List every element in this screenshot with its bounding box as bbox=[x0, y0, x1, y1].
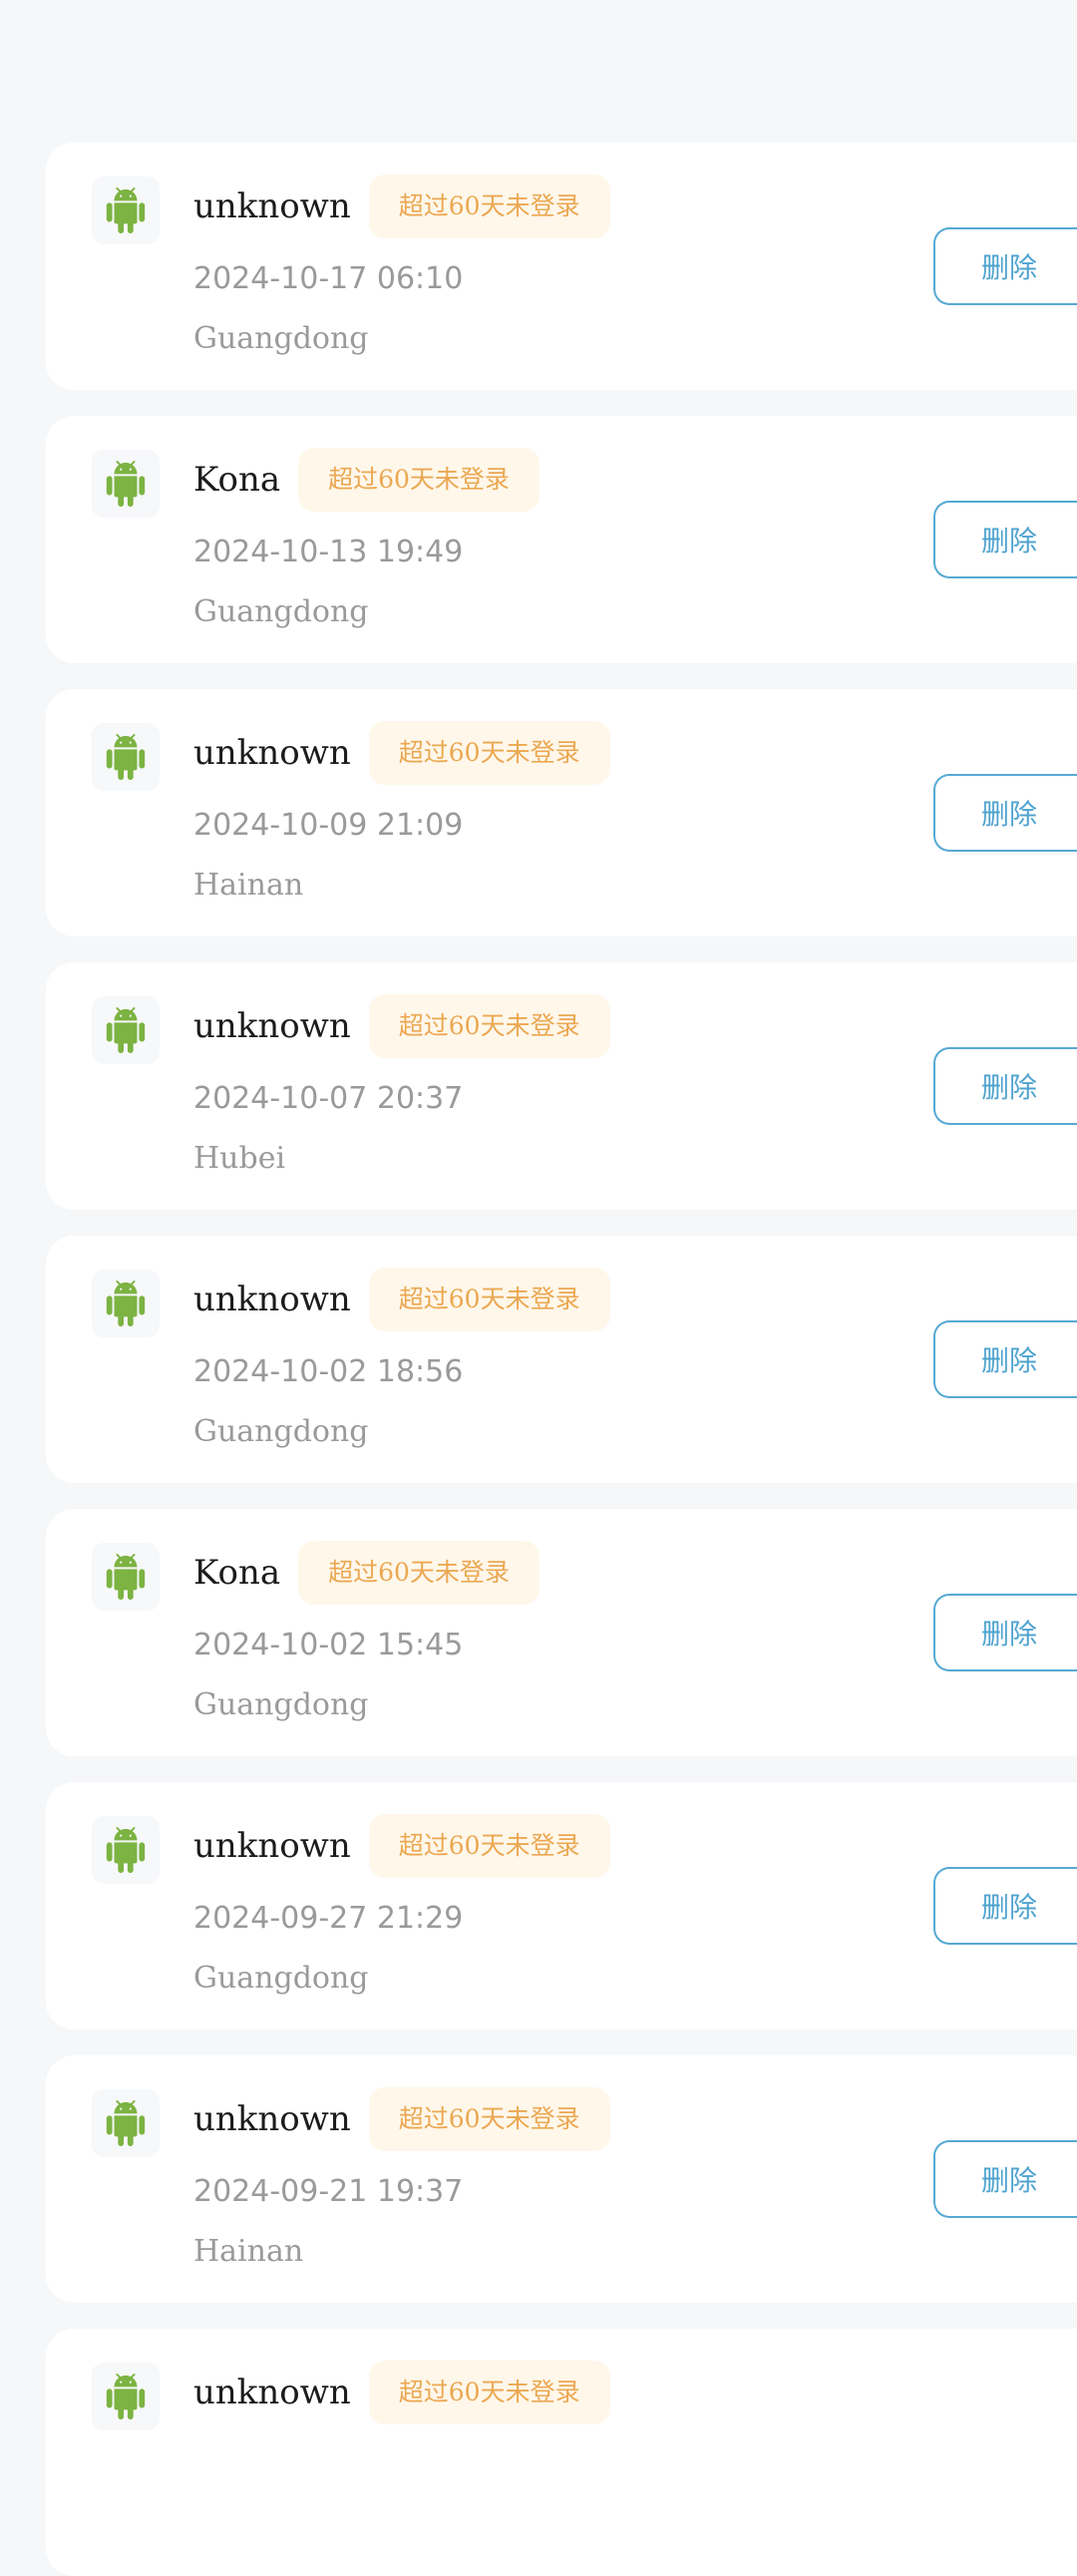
device-name: unknown bbox=[193, 186, 351, 226]
device-card: unknown 超过60天未登录 2024-10-17 06:10 Guangdong… bbox=[46, 143, 1077, 390]
device-name-row: unknown 超过60天未登录 bbox=[193, 2087, 610, 2151]
device-name-row: Kona 超过60天未登录 bbox=[193, 1541, 539, 1605]
inactive-badge: 超过60天未登录 bbox=[368, 2361, 610, 2424]
last-login-date: 2024-10-02 15:45 bbox=[193, 1628, 464, 1662]
device-card: unknown 超过60天未登录 2024-09-27 21:29 Guangdong… bbox=[46, 1782, 1077, 2029]
android-icon bbox=[92, 2363, 160, 2430]
device-card: Kona 超过60天未登录 2024-10-13 19:49 Guangdong 删除 bbox=[46, 416, 1077, 663]
android-icon bbox=[92, 996, 160, 1064]
last-login-date: 2024-10-02 18:56 bbox=[193, 1354, 464, 1389]
device-card: unknown 超过60天未登录 2024-10-07 20:37 Hubei 删除 bbox=[46, 962, 1077, 1210]
device-card: unknown 超过60天未登录 2024-09-21 19:37 Hainan 删除 bbox=[46, 2055, 1077, 2303]
inactive-badge: 超过60天未登录 bbox=[368, 721, 610, 785]
inactive-badge: 超过60天未登录 bbox=[298, 1541, 539, 1605]
login-location: Guangdong bbox=[193, 1961, 369, 1996]
inactive-badge: 超过60天未登录 bbox=[368, 994, 610, 1058]
device-name-row: unknown 超过60天未登录 bbox=[193, 721, 610, 785]
delete-button[interactable]: 删除 bbox=[933, 227, 1077, 305]
device-card: unknown 超过60天未登录 2024-10-09 21:09 Hainan 删除 bbox=[46, 689, 1077, 936]
delete-button[interactable]: 删除 bbox=[933, 501, 1077, 578]
device-card: Kona 超过60天未登录 2024-10-02 15:45 Guangdong 删除 bbox=[46, 1509, 1077, 1756]
delete-button[interactable]: 删除 bbox=[933, 1594, 1077, 1671]
delete-button[interactable]: 删除 bbox=[933, 2140, 1077, 2218]
device-name: unknown bbox=[193, 2099, 351, 2139]
inactive-badge: 超过60天未登录 bbox=[298, 448, 539, 512]
inactive-badge: 超过60天未登录 bbox=[368, 175, 610, 238]
last-login-date: 2024-10-13 19:49 bbox=[193, 535, 464, 569]
device-name-row: Kona 超过60天未登录 bbox=[193, 448, 539, 512]
device-name-row: unknown 超过60天未登录 bbox=[193, 994, 610, 1058]
delete-button[interactable]: 删除 bbox=[933, 1320, 1077, 1398]
device-name-row: unknown 超过60天未登录 bbox=[193, 175, 610, 238]
android-icon bbox=[92, 177, 160, 244]
device-name: unknown bbox=[193, 1280, 351, 1319]
android-icon bbox=[92, 450, 160, 518]
device-name: unknown bbox=[193, 1006, 351, 1046]
device-card: unknown 超过60天未登录 bbox=[46, 2329, 1077, 2576]
device-name: Kona bbox=[193, 460, 281, 500]
login-location: Guangdong bbox=[193, 1687, 369, 1722]
android-icon bbox=[92, 1543, 160, 1611]
inactive-badge: 超过60天未登录 bbox=[368, 1268, 610, 1331]
last-login-date: 2024-10-07 20:37 bbox=[193, 1081, 464, 1116]
last-login-date: 2024-10-09 21:09 bbox=[193, 808, 464, 843]
android-icon bbox=[92, 1816, 160, 1884]
last-login-date: 2024-10-17 06:10 bbox=[193, 261, 464, 296]
device-name-row: unknown 超过60天未登录 bbox=[193, 1268, 610, 1331]
login-location: Hainan bbox=[193, 2234, 304, 2269]
device-name: Kona bbox=[193, 1553, 281, 1593]
login-location: Hubei bbox=[193, 1141, 286, 1176]
login-location: Guangdong bbox=[193, 1414, 369, 1449]
delete-button[interactable]: 删除 bbox=[933, 1867, 1077, 1945]
device-card: unknown 超过60天未登录 2024-10-02 18:56 Guangdong… bbox=[46, 1236, 1077, 1483]
device-name: unknown bbox=[193, 2373, 351, 2412]
device-name: unknown bbox=[193, 1826, 351, 1866]
inactive-badge: 超过60天未登录 bbox=[368, 2087, 610, 2151]
device-name-row: unknown 超过60天未登录 bbox=[193, 1814, 610, 1878]
inactive-badge: 超过60天未登录 bbox=[368, 1814, 610, 1878]
login-location: Guangdong bbox=[193, 321, 369, 356]
device-name-row: unknown 超过60天未登录 bbox=[193, 2361, 610, 2424]
device-name: unknown bbox=[193, 733, 351, 773]
android-icon bbox=[92, 723, 160, 791]
delete-button[interactable]: 删除 bbox=[933, 774, 1077, 852]
login-location: Guangdong bbox=[193, 594, 369, 629]
android-icon bbox=[92, 1270, 160, 1337]
android-icon bbox=[92, 2089, 160, 2157]
device-list: 2024-10-17 21:58Guangdong删除unknown超过60天未… bbox=[0, 0, 1077, 2576]
last-login-date: 2024-09-27 21:29 bbox=[193, 1901, 464, 1936]
delete-button[interactable]: 删除 bbox=[933, 1047, 1077, 1125]
login-location: Hainan bbox=[193, 868, 304, 903]
last-login-date: 2024-09-21 19:37 bbox=[193, 2174, 464, 2209]
